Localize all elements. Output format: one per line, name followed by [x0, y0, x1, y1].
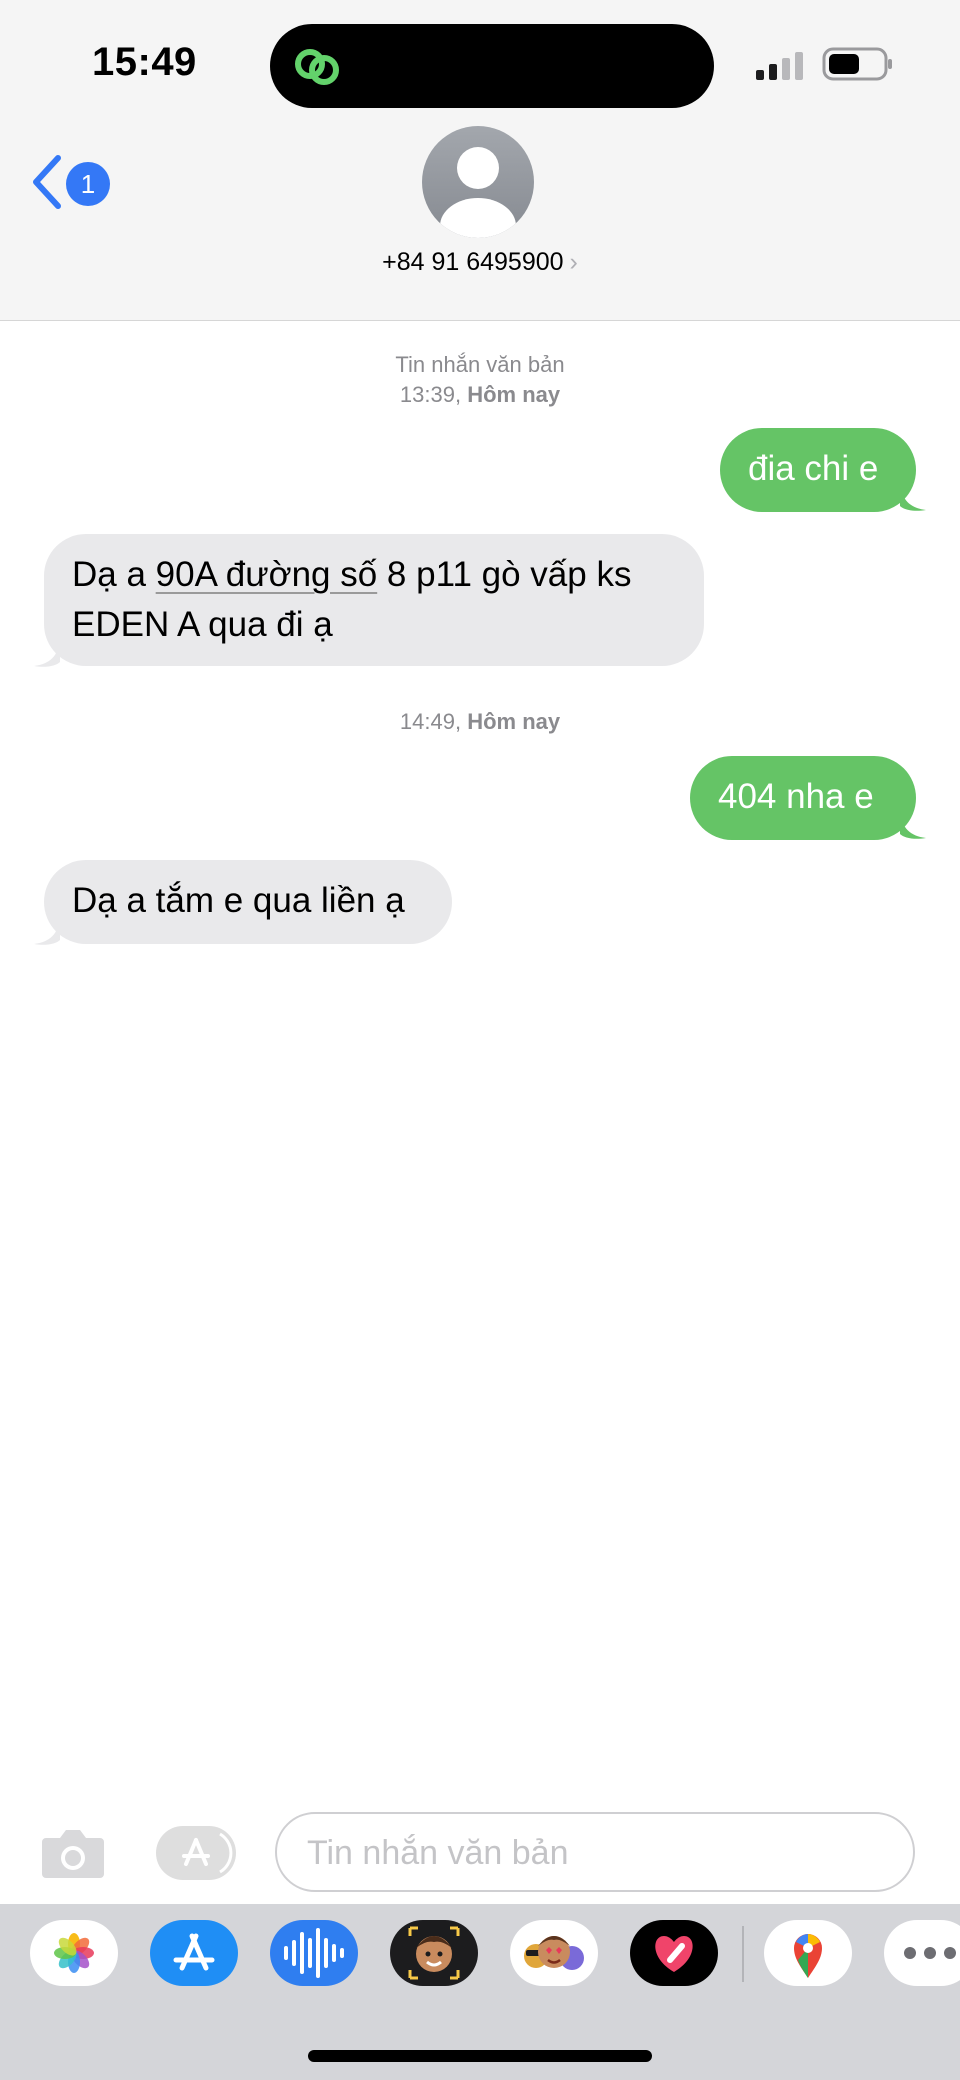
audio-message-app-button[interactable]: [270, 1920, 358, 1986]
link-activity-icon: [295, 49, 339, 85]
audio-message-icon: [284, 1928, 344, 1978]
memoji-app-button[interactable]: [390, 1920, 478, 1986]
bubble-tail: [900, 484, 926, 511]
tray-divider: [742, 1926, 744, 1982]
timestamp-day: Hôm nay: [467, 382, 561, 407]
message-text: 404 nha e: [718, 777, 874, 816]
chevron-right-icon: ›: [569, 248, 578, 276]
camera-icon: [42, 1830, 104, 1878]
timestamp: 14:49, Hôm nay: [0, 707, 960, 737]
message-bubble-incoming[interactable]: Dạ a 90A đường số 8 p11 gò vấp ks EDEN A…: [44, 534, 704, 666]
bubble-tail: [900, 812, 926, 839]
unread-badge: 1: [66, 162, 110, 206]
memoji-stickers-app-button[interactable]: [510, 1920, 598, 1986]
app-store-icon: [182, 1832, 233, 1874]
conversation-header: 15:49 1 +84 91 6495900 ›: [0, 0, 960, 321]
message-bubble-incoming[interactable]: Dạ a tắm e qua liền ạ: [44, 860, 452, 944]
bubble-tail: [34, 640, 60, 667]
apps-button[interactable]: [156, 1826, 236, 1880]
app-drawer: [0, 1904, 960, 2080]
service-label: Tin nhắn văn bản: [395, 352, 565, 377]
cellular-signal-icon: [756, 52, 803, 80]
camera-button[interactable]: [40, 1826, 106, 1880]
message-input[interactable]: [305, 1830, 889, 1876]
message-text: 8 p11 gò vấp ks: [377, 555, 632, 594]
app-store-icon: [173, 1933, 215, 1971]
message-text: Dạ a tắm e qua liền ạ: [72, 881, 405, 920]
more-icon: [904, 1947, 956, 1959]
message-text: Dạ a: [72, 555, 156, 594]
home-indicator[interactable]: [308, 2050, 652, 2062]
memoji-stickers-icon: [524, 1936, 584, 1970]
timestamp: 13:39, Hôm nay: [0, 380, 960, 410]
app-store-app-button[interactable]: [150, 1920, 238, 1986]
back-button[interactable]: 1: [30, 150, 120, 214]
bubble-tail: [34, 918, 60, 945]
chevron-left-icon: [33, 155, 61, 209]
google-maps-icon: [794, 1934, 822, 1978]
memoji-icon: [408, 1926, 460, 1980]
battery-icon: [822, 47, 892, 81]
digital-touch-icon: [655, 1936, 693, 1972]
photos-app-button[interactable]: [30, 1920, 118, 1986]
timestamp-time: 14:49,: [399, 709, 462, 734]
digital-touch-app-button[interactable]: [630, 1920, 718, 1986]
address-link[interactable]: 90A đường số: [156, 555, 378, 594]
status-time: 15:49: [92, 40, 197, 84]
message-text: EDEN A qua đi ạ: [72, 605, 333, 644]
photos-icon: [54, 1933, 94, 1973]
contact-name-button[interactable]: +84 91 6495900 ›: [0, 248, 960, 277]
message-input-field[interactable]: [275, 1812, 915, 1892]
timestamp-day: Hôm nay: [467, 709, 561, 734]
contact-avatar[interactable]: [422, 126, 534, 238]
more-apps-button[interactable]: [884, 1920, 960, 1986]
message-bubble-outgoing[interactable]: 404 nha e: [690, 756, 916, 840]
contact-number: +84 91 6495900: [382, 248, 564, 276]
google-maps-app-button[interactable]: [764, 1920, 852, 1986]
timestamp-time: 13:39,: [399, 382, 462, 407]
message-text: đia chi e: [748, 449, 879, 488]
dynamic-island: [270, 24, 714, 108]
person-icon: [440, 147, 516, 238]
message-bubble-outgoing[interactable]: đia chi e: [720, 428, 916, 512]
